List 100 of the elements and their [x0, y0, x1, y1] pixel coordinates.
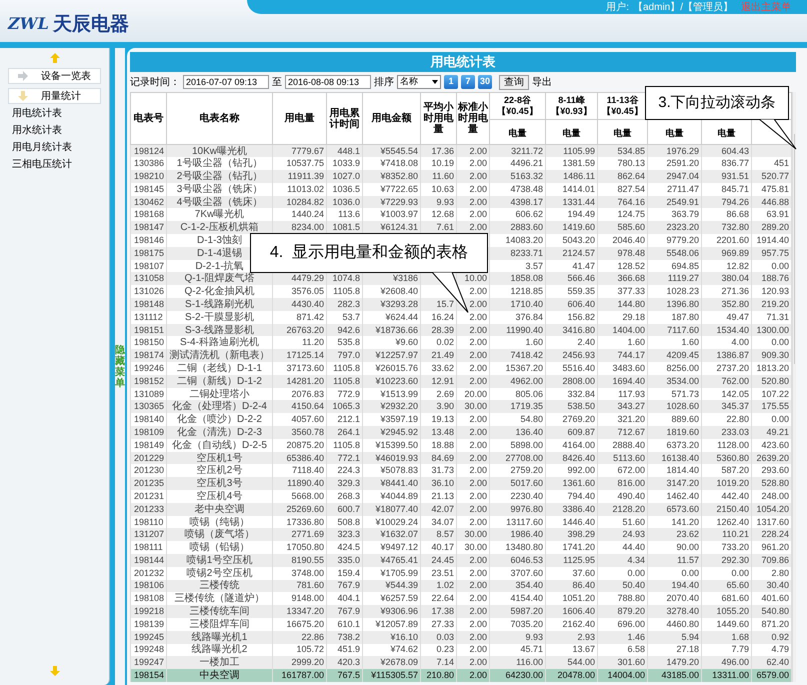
menu-link[interactable]: 三相电压统计	[8, 158, 101, 172]
start-date-field[interactable]: 2016-07-07 09:13	[183, 75, 269, 89]
table-cell: 2.69	[436, 388, 454, 399]
table-row[interactable]: 199246 二铜（老线）D-1-1 37173.60 1105.8 ¥26015.76 33.62 2.00 15367.20 5516.40 3483.60 8256.00 2737.20 1813.20	[130, 362, 792, 375]
table-cell: 13347.20	[286, 606, 324, 616]
table-row[interactable]: 130365 化金（处理塔）D-2-4 4150.64 1065.3 ¥2932.20 3.90 30.00 1719.35 538.50 343.27 1028.60 345.37 175.55	[130, 400, 792, 414]
table-row[interactable]: 131058 Q-1-阻焊废气塔 4479.29 1074.8 ¥3186 10.00 1858.08 566.46 366.68 1119.27 380.04 188.76	[130, 272, 792, 286]
table-cell: 13.67	[572, 644, 595, 654]
table-row[interactable]: 198139 三楼阻焊车间 16675.20 610.1 ¥12057.89 27.33 2.00 7035.20 2162.40 696.00 4460.80 1449.60 871.20	[130, 618, 792, 631]
table-cell: 63.91	[766, 209, 789, 220]
table-cell: 233.03	[721, 426, 749, 437]
table-cell: 332.84	[567, 388, 595, 399]
table-cell: 3.57	[525, 260, 543, 271]
table-row[interactable]: 198109 化金（清洗）D-2-3 3560.78 264.1 ¥2945.92 13.48 2.00 136.40 609.87 712.67 1819.60 233.03 49.21	[130, 426, 792, 439]
table-row[interactable]: 201229 空压机1号 65386.40 772.1 ¥46019.93 84.69 2.00 27708.00 8426.40 5113.60 16138.40 5360.80 2639.20	[130, 452, 792, 464]
table-cell: 一楼加工	[200, 657, 240, 668]
menu-button[interactable]: 设备一览表	[8, 68, 101, 84]
table-cell: 17.38	[431, 606, 454, 616]
table-cell: 2.00	[469, 478, 487, 488]
table-cell: 401.60	[761, 593, 789, 604]
table-cell: ¥2932.20	[380, 401, 418, 412]
table-row[interactable]: 198150 S-4-科路迪刷光机 11.20 535.8 ¥9.60 0.02 2.00 1.60 2.40 1.60 1.60 4.00 0.00	[130, 336, 792, 350]
table-row[interactable]: 199247 一楼加工 2999.20 420.3 ¥2678.09 7.14 2.00 116.00 544.00 301.60 1479.20 496.00 62.40	[130, 656, 792, 670]
table-cell: 2808.00	[562, 376, 595, 386]
table-cell: 345.37	[721, 401, 749, 412]
table-row[interactable]: 198149 化金（自动线）D-2-5 20875.20 1105.8 ¥15399.50 18.88 2.00 5898.00 4164.00 2888.40 6373.20 1128.00 423.60	[130, 438, 792, 452]
table-row[interactable]: 199245 线路曝光机1 22.86 738.2 ¥16.10 0.03 2.00 9.93 2.93 1.46 5.94 1.68 0.92	[130, 630, 792, 644]
table-row[interactable]: 199218 三楼传统车间 13347.20 767.9 ¥9306.96 17.38 2.00 5987.20 1606.40 879.20 3278.40 1055.20 540.80	[130, 605, 792, 618]
menu-button[interactable]: 用量统计	[8, 88, 101, 104]
table-cell: 3483.60	[612, 362, 645, 373]
sort-select[interactable]: 名称	[397, 75, 441, 89]
table-cell: 1479.20	[666, 657, 699, 668]
table-row[interactable]: 198148 S-1-线路刷光机 4430.40 282.3 ¥3293.28 15.7 2.00 1710.40 606.40 144.80 1396.80 352.80 219.20	[130, 298, 792, 311]
table-row[interactable]: 198152 二铜（新线）D-1-2 14281.20 1105.8 ¥10223.60 12.91 2.00 4962.00 2808.00 1694.40 3534.00 762.00 520.80	[130, 374, 792, 388]
table-cell: 1105.8	[333, 286, 360, 296]
table-cell: 2769.20	[562, 414, 595, 424]
table-cell: 587.20	[721, 465, 749, 476]
table-cell: 喷锡（废气塔）	[184, 529, 254, 540]
table-cell: 1419.60	[562, 222, 595, 232]
table-cell: 2.40	[577, 337, 595, 348]
menu-link[interactable]: 用水统计表	[8, 124, 101, 138]
export-link[interactable]: 导出	[532, 74, 552, 90]
table-row[interactable]: 198124 10Kw曝光机 7779.67 448.1 ¥5545.54 17.36 2.00 3211.72 1105.99 534.85 1976.29 604.43	[130, 144, 792, 158]
table-cell: 27.33	[431, 618, 454, 629]
table-cell: 1055.20	[716, 606, 749, 616]
table-row[interactable]: 130462 4号吸尘器（铣床） 10284.82 1036.0 ¥7229.93 9.93 2.00 4398.17 1331.44 764.16 2549.91 794.26 446.88	[130, 196, 792, 208]
table-row[interactable]: 198106 三楼传统 781.60 767.9 ¥544.39 1.02 2.00 354.40 86.40 50.40 194.40 65.60 30.40	[130, 580, 792, 592]
table-row[interactable]: 131207 喷锡（废气塔） 2771.69 323.3 ¥1632.07 8.57 30.00 1986.40 398.29 24.93 23.62 110.21 228.24	[130, 528, 792, 542]
table-cell: 17336.80	[286, 516, 324, 526]
table-row[interactable]: 199248 线路曝光机2 105.72 451.9 ¥74.62 0.23 2.00 45.71 13.67 6.58 27.18 7.79 4.79	[130, 644, 792, 656]
table-row[interactable]: 198110 喷锡（纯锡） 17336.80 508.8 ¥10029.24 34.07 2.00 13117.60 1446.40 51.60 141.20 1262.40 1317.60	[130, 516, 792, 528]
table-row[interactable]: 198144 喷锡1号空压机 8190.55 335.0 ¥4765.41 24.45 2.00 6046.53 1125.95 4.34 11.57 292.30 709.86	[130, 554, 792, 567]
table-row[interactable]: 201230 空压机2号 7118.40 224.3 ¥5078.83 31.73 2.00 2759.20 992.00 672.00 1814.40 587.20 293.60	[130, 464, 792, 478]
table-row[interactable]: 198140 化金（喷沙）D-2-2 4057.60 212.1 ¥3597.19 19.13 2.00 54.80 2769.20 321.20 889.60 22.80 0.00	[130, 413, 792, 426]
column-header: 8-11峰	[557, 95, 586, 106]
table-row[interactable]: 198147 C-1-2-压板机烘箱 8234.00 1081.5 ¥6124.31 7.61 2.00 2883.60 1419.60 585.60 2323.20 732.80 289.20	[130, 221, 792, 234]
table-cell: 2.00	[469, 312, 487, 322]
table-row[interactable]: 201233 老中央空调 25269.60 600.7 ¥18077.40 42.07 2.00 9976.80 3386.40 2128.20 6573.60 2150.40 1054.20	[130, 502, 792, 516]
table-row[interactable]: 201232 喷锡2号空压机 3748.00 159.4 ¥1705.99 23.51 2.00 3707.60 37.60 0.00 0.00 0.00 2.80	[130, 566, 792, 580]
table-cell: 201235	[134, 478, 164, 488]
table-row[interactable]: 198151 S-3-线路显影机 26763.20 942.6 ¥18736.66 28.39 2.00 11990.40 3416.80 1404.00 7117.60 1534.40 1300.00	[130, 324, 792, 336]
table-cell: 15.7	[436, 298, 454, 309]
table-row[interactable]: 201231 空压机4号 5668.00 268.3 ¥4044.89 21.13 2.00 2230.40 794.40 490.40 1462.40 442.40 248.00	[130, 490, 792, 503]
table-cell: 732.80	[721, 222, 749, 232]
table-row[interactable]: 198145 3号吸尘器（铣床） 11013.02 1036.5 ¥7722.65 10.63 2.00 4738.48 1414.01 827.54 2711.47 845.71 475.81	[130, 182, 792, 196]
end-date-field[interactable]: 2016-08-08 09:13	[285, 75, 371, 89]
table-cell: Q-2-化金抽风机	[184, 286, 254, 298]
table-cell: 化金（喷沙）D-2-2	[176, 414, 262, 426]
table-row[interactable]: 201235 空压机3号 11890.40 329.3 ¥8441.40 36.10 2.00 5017.60 1361.60 816.00 3147.20 1019.20 528.80	[130, 477, 792, 490]
column-header: 22-8谷	[502, 95, 532, 106]
table-cell: 131026	[134, 286, 164, 296]
table-row[interactable]: 198168 7Kw曝光机 1440.24 113.6 ¥1003.97 12.68 2.00 606.62 194.49 124.75 363.79 86.68 63.91	[130, 208, 792, 222]
table-cell: ¥2945.92	[380, 426, 418, 437]
table-cell: 线路曝光机2	[192, 644, 248, 656]
table-row[interactable]: 130386 1号吸尘器（钻孔） 10537.75 1033.9 ¥7418.08 10.19 2.00 4496.21 1381.59 780.13 2591.20 836.77 451	[130, 157, 792, 170]
table-cell: 264.1	[337, 426, 360, 437]
table-row[interactable]: 198108 三楼传统（隧道炉） 9148.00 404.1 ¥6257.59 22.64 2.00 4154.40 1051.20 788.80 2070.40 681.60 401.60	[130, 592, 792, 606]
table-cell: 90.00	[676, 542, 699, 552]
table-row[interactable]: 198111 喷锡（铅锡） 17050.80 424.5 ¥9497.12 40.17 30.00 13480.80 1741.20 44.40 90.00 733.20 961.20	[130, 541, 792, 554]
table-cell: 23.62	[676, 529, 699, 540]
table-row[interactable]: 131089 二铜处理塔小 2076.83 772.9 ¥1513.99 2.69 20.00 805.06 332.84 117.93 571.73 142.05 107.22	[130, 388, 792, 400]
table-cell: 2737.20	[716, 362, 749, 373]
table-row[interactable]: 198210 2号吸尘器（钻孔） 11911.39 1027.0 ¥8352.80 11.60 2.00 5163.32 1486.11 862.64 2947.04 931.51 520.77	[130, 170, 792, 183]
table-cell: 1300.00	[756, 324, 789, 335]
table-row[interactable]: 198154 中央空调 161787.00 767.5 ¥115305.57 210.80 2.00 64230.00 20478.00 14004.00 43185.00 13311.00 6579.00	[130, 669, 792, 682]
table-row[interactable]: 198174 测试清洗机（新电表） 17125.14 797.0 ¥12257.97 21.49 2.00 7418.42 2456.93 744.17 4209.45 1386.87 909.30	[130, 349, 792, 362]
table-cell: ¥4044.89	[380, 490, 418, 501]
table-cell: 8.57	[436, 529, 454, 540]
table-cell: 37173.60	[286, 362, 324, 373]
table-cell: 8426.40	[562, 452, 595, 463]
table-cell: 22.80	[726, 414, 749, 424]
table-cell: Q-1-阻焊废气塔	[184, 273, 254, 284]
table-cell: 2883.60	[510, 222, 543, 232]
arrow-down-icon	[17, 90, 29, 102]
table-cell: 1440.24	[291, 209, 324, 220]
table-cell: 5898.00	[510, 440, 543, 450]
menu-link[interactable]: 用电统计表	[8, 107, 101, 121]
menu-link[interactable]: 用电月统计表	[8, 141, 101, 155]
table-cell: 442.40	[721, 490, 749, 501]
query-button[interactable]: 查询	[499, 74, 530, 90]
